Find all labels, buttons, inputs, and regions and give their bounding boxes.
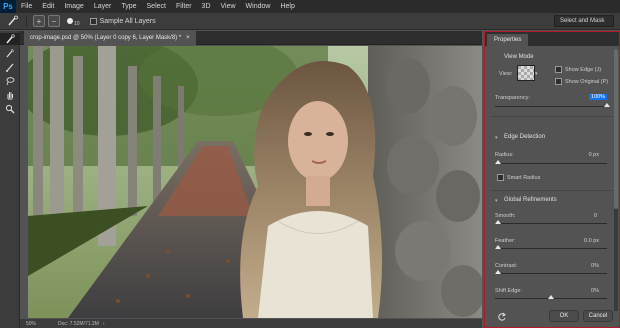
edge-detection-collapse-icon[interactable]: ▾ <box>495 135 498 141</box>
smooth-label: Smooth: <box>495 213 516 219</box>
reset-icon[interactable] <box>497 312 509 322</box>
zoom-tool-icon[interactable] <box>0 103 20 115</box>
view-mode-thumbnail[interactable] <box>517 65 535 81</box>
add-to-selection-icon[interactable]: + <box>33 15 45 27</box>
menu-filter[interactable]: Filter <box>171 3 197 10</box>
panel-scrollbar[interactable] <box>614 49 618 311</box>
ok-button[interactable]: OK <box>549 310 579 322</box>
menu-window[interactable]: Window <box>241 3 276 10</box>
panel-header: Properties <box>485 32 619 46</box>
show-edge-option[interactable]: Show Edge (J) <box>555 66 601 73</box>
menu-file[interactable]: File <box>16 3 37 10</box>
radius-label: Radius: <box>495 152 514 158</box>
view-mode-title: View Mode <box>504 54 534 60</box>
divider <box>491 116 613 117</box>
smooth-value[interactable]: 0 <box>594 213 597 219</box>
sample-all-layers-checkbox[interactable] <box>89 17 97 25</box>
smart-radius-checkbox[interactable] <box>497 174 504 181</box>
contrast-value[interactable]: 0% <box>591 263 599 269</box>
transparency-label: Transparency: <box>495 95 530 101</box>
radius-slider[interactable] <box>495 163 607 164</box>
sample-all-layers-label: Sample All Layers <box>99 17 156 25</box>
document-tab[interactable]: crop-image.psd @ 50% (Layer 0 copy 6, La… <box>24 31 196 45</box>
transparency-value[interactable]: 100% <box>588 94 607 100</box>
document-size: Doc: 7.52M/71.3M <box>58 320 99 327</box>
contrast-slider-knob[interactable] <box>495 270 501 274</box>
options-bar: + − 10 Sample All Layers Select and Mask <box>0 13 620 30</box>
panel-scroll-thumb[interactable] <box>614 49 618 209</box>
shift-edge-value[interactable]: 0% <box>591 288 599 294</box>
document-title: crop-image.psd @ 50% (Layer 0 copy 6, La… <box>30 35 182 41</box>
status-bar: 50% Doc: 7.52M/71.3M › <box>20 319 482 328</box>
brush-preset-icon[interactable] <box>67 18 73 24</box>
smart-radius-label: Smart Radius <box>507 174 541 181</box>
edge-detection-title: Edge Detection <box>504 134 546 140</box>
smart-radius-option[interactable]: Smart Radius <box>497 174 540 181</box>
global-refinements-title: Global Refinements <box>504 197 557 203</box>
close-document-icon[interactable]: × <box>186 35 190 41</box>
photo-image <box>28 46 482 318</box>
document-tab-bar: crop-image.psd @ 50% (Layer 0 copy 6, La… <box>20 31 482 45</box>
radius-value[interactable]: 0 px <box>589 152 599 158</box>
smooth-slider-knob[interactable] <box>495 220 501 224</box>
quick-selection-tool-icon[interactable] <box>6 15 20 27</box>
menu-3d[interactable]: 3D <box>197 3 216 10</box>
refine-edge-brush-icon[interactable] <box>0 47 20 59</box>
zoom-level[interactable]: 50% <box>26 321 36 327</box>
contrast-label: Contrast: <box>495 263 518 269</box>
menu-layer[interactable]: Layer <box>89 3 117 10</box>
show-original-option[interactable]: Show Original (P) <box>555 78 608 85</box>
menu-select[interactable]: Select <box>142 3 171 10</box>
global-refinements-collapse-icon[interactable]: ▾ <box>495 198 498 204</box>
menu-image[interactable]: Image <box>59 3 88 10</box>
quick-selection-tool-icon[interactable] <box>0 33 20 45</box>
view-mode-dropdown-icon[interactable]: ▾ <box>535 71 538 77</box>
menu-help[interactable]: Help <box>275 3 299 10</box>
show-original-checkbox[interactable] <box>555 78 562 85</box>
document-canvas[interactable] <box>28 46 482 318</box>
feather-label: Feather: <box>495 238 516 244</box>
hand-tool-icon[interactable] <box>0 89 20 101</box>
tab-properties[interactable]: Properties <box>487 34 529 46</box>
shift-edge-label: Shift Edge: <box>495 288 522 294</box>
show-edge-label: Show Edge (J) <box>565 66 602 73</box>
radius-slider-knob[interactable] <box>495 160 501 164</box>
photoshop-logo: Ps <box>0 0 16 13</box>
shift-edge-slider-knob[interactable] <box>548 295 554 299</box>
view-label: View: <box>499 71 513 77</box>
brush-size: 10 <box>74 21 80 27</box>
transparency-slider-knob[interactable] <box>604 103 610 107</box>
smooth-slider[interactable] <box>495 223 607 224</box>
show-edge-checkbox[interactable] <box>555 66 562 73</box>
menu-edit[interactable]: Edit <box>37 3 59 10</box>
tools-panel <box>0 31 20 328</box>
cancel-button[interactable]: Cancel <box>583 310 613 322</box>
sample-all-layers-option[interactable]: Sample All Layers <box>89 17 156 25</box>
properties-panel: Properties View Mode View: ▾ Show Edge (… <box>484 31 620 328</box>
divider <box>491 190 613 191</box>
subtract-from-selection-icon[interactable]: − <box>48 15 60 27</box>
lasso-tool-icon[interactable] <box>0 75 20 87</box>
feather-slider[interactable] <box>495 248 607 249</box>
contrast-slider[interactable] <box>495 273 607 274</box>
menu-type[interactable]: Type <box>116 3 141 10</box>
status-menu-arrow[interactable]: › <box>103 321 105 327</box>
separator <box>26 15 27 27</box>
show-original-label: Show Original (P) <box>565 78 609 85</box>
menu-view[interactable]: View <box>216 3 241 10</box>
feather-value[interactable]: 0.0 px <box>584 238 599 244</box>
menu-bar: Ps File Edit Image Layer Type Select Fil… <box>0 0 620 13</box>
brush-tool-icon[interactable] <box>0 61 20 73</box>
transparency-slider[interactable] <box>495 106 607 107</box>
feather-slider-knob[interactable] <box>495 245 501 249</box>
select-and-mask-button[interactable]: Select and Mask <box>554 15 614 27</box>
